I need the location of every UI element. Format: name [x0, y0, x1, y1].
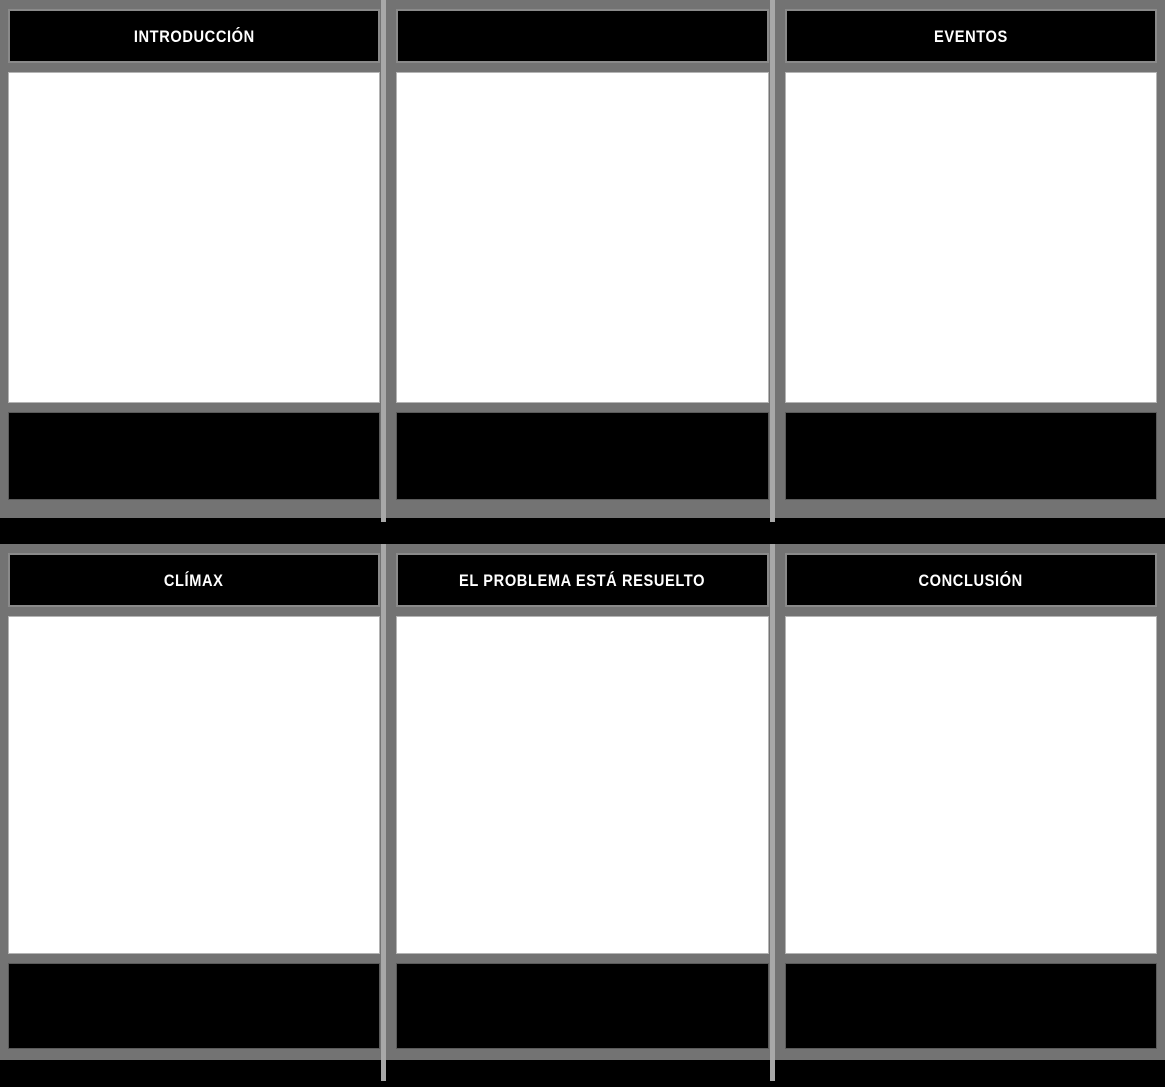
panel-title-bar-5[interactable]: EL PROBLEMA ESTÁ RESUELTO	[396, 553, 769, 607]
panel-title-text-4: CLÍMAX	[164, 570, 224, 590]
row-gap	[0, 522, 1165, 544]
panel-eventos[interactable]: EVENTOS	[777, 0, 1165, 522]
panel-caption-4[interactable]	[8, 963, 381, 1049]
panel-climax[interactable]: CLÍMAX	[0, 544, 388, 1081]
panel-caption-6[interactable]	[784, 963, 1157, 1049]
panel-artboard-4[interactable]	[8, 616, 381, 954]
panel-artboard-3[interactable]	[784, 72, 1157, 403]
storyboard-row-2: CLÍMAX EL PROBLEMA ESTÁ RESUELTO CONCLUS…	[0, 544, 1165, 1081]
panel-title-text-5: EL PROBLEMA ESTÁ RESUELTO	[459, 570, 706, 590]
panel-title-bar-2[interactable]	[396, 9, 769, 63]
panel-caption-3[interactable]	[784, 412, 1157, 500]
panel-caption-5[interactable]	[396, 963, 769, 1049]
panel-caption-2[interactable]	[396, 412, 769, 500]
row-2-cells: CLÍMAX EL PROBLEMA ESTÁ RESUELTO CONCLUS…	[0, 544, 1165, 1081]
storyboard-row-1: INTRODUCCIÓN EVENTOS	[0, 0, 1165, 522]
board-footer	[0, 1081, 1165, 1087]
panel-conclusion[interactable]: CONCLUSIÓN	[777, 544, 1165, 1081]
panel-el-problema-esta-resuelto[interactable]: EL PROBLEMA ESTÁ RESUELTO	[388, 544, 776, 1081]
panel-artboard-2[interactable]	[396, 72, 769, 403]
panel-caption-1[interactable]	[8, 412, 381, 500]
panel-artboard-5[interactable]	[396, 616, 769, 954]
panel-title-text-6: CONCLUSIÓN	[918, 570, 1023, 590]
storyboard-canvas: INTRODUCCIÓN EVENTOS CLÍMAX EL PROBLEMA …	[0, 0, 1165, 1087]
panel-title-text-1: INTRODUCCIÓN	[133, 26, 255, 46]
panel-title-bar-4[interactable]: CLÍMAX	[8, 553, 381, 607]
panel-title-text-3: EVENTOS	[933, 26, 1008, 46]
panel-introduccion[interactable]: INTRODUCCIÓN	[0, 0, 388, 522]
row-1-cells: INTRODUCCIÓN EVENTOS	[0, 0, 1165, 522]
panel-title-bar-1[interactable]: INTRODUCCIÓN	[8, 9, 381, 63]
panel-artboard-6[interactable]	[784, 616, 1157, 954]
panel-artboard-1[interactable]	[8, 72, 381, 403]
panel-untitled[interactable]	[388, 0, 776, 522]
panel-title-bar-3[interactable]: EVENTOS	[784, 9, 1157, 63]
panel-title-bar-6[interactable]: CONCLUSIÓN	[784, 553, 1157, 607]
